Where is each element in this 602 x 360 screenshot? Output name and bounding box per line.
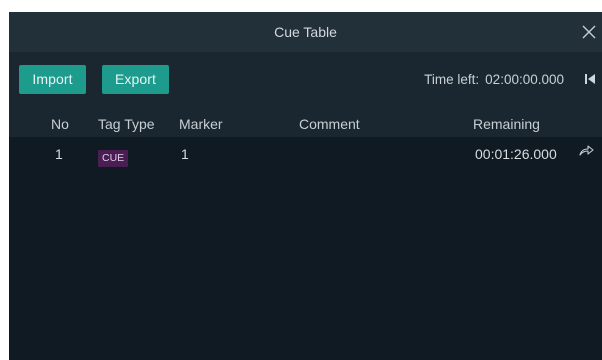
close-button[interactable] xyxy=(578,19,600,45)
cell-no: 1 xyxy=(55,146,63,162)
table-row[interactable]: 1 CUE 1 00:01:26.000 xyxy=(9,137,602,169)
table-header: No Tag Type Marker Comment Remaining xyxy=(9,111,602,137)
time-left-display: Time left: 02:00:00.000 xyxy=(424,65,564,94)
close-icon xyxy=(582,25,596,39)
table-body: 1 CUE 1 00:01:26.000 xyxy=(9,137,602,360)
column-header-no[interactable]: No xyxy=(51,111,69,137)
skip-to-start-icon xyxy=(585,74,595,84)
cell-remaining: 00:01:26.000 xyxy=(475,146,557,162)
time-left-label: Time left: xyxy=(424,72,480,87)
title-bar: Cue Table xyxy=(9,12,602,52)
column-header-remaining[interactable]: Remaining xyxy=(473,111,540,137)
jump-arrow-icon xyxy=(579,145,594,156)
cell-tag-type: CUE xyxy=(98,147,129,167)
jump-to-cue-button[interactable] xyxy=(577,143,595,159)
cue-tag-badge: CUE xyxy=(98,150,129,167)
column-header-marker[interactable]: Marker xyxy=(179,111,223,137)
cue-table-window: Cue Table Import Export Time left: 02:00:… xyxy=(9,12,602,360)
window-title: Cue Table xyxy=(274,24,337,40)
cell-marker: 1 xyxy=(181,146,189,162)
skip-to-start-button[interactable] xyxy=(581,70,599,88)
column-header-comment[interactable]: Comment xyxy=(299,111,360,137)
time-left-value: 02:00:00.000 xyxy=(485,72,564,87)
column-header-tag-type[interactable]: Tag Type xyxy=(98,111,155,137)
export-button[interactable]: Export xyxy=(102,65,169,94)
import-button[interactable]: Import xyxy=(19,65,86,94)
